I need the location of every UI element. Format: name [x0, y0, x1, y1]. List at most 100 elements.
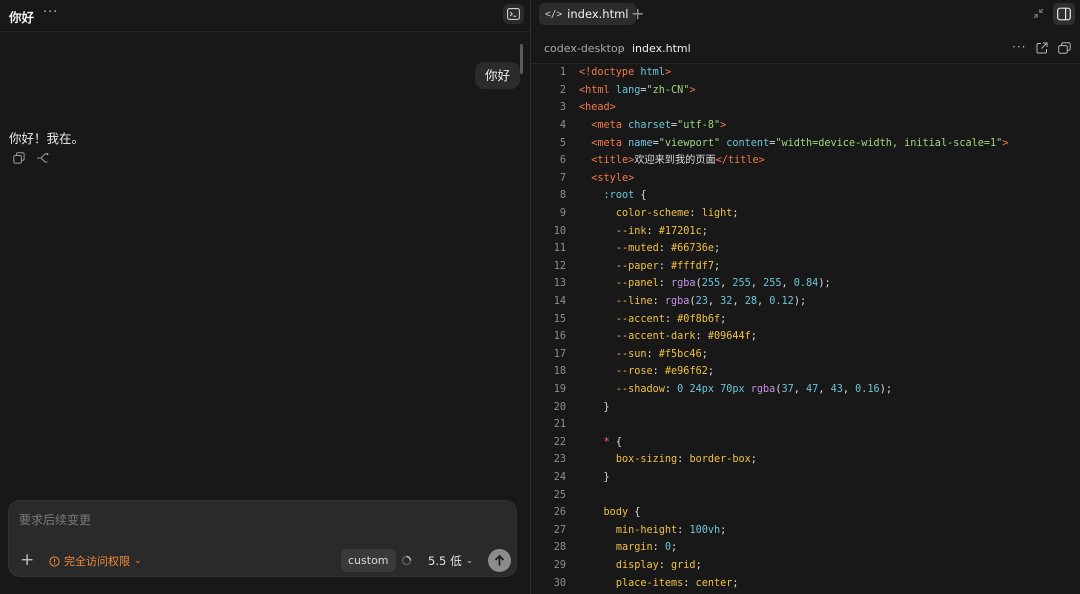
line-number: 25: [553, 489, 566, 501]
code-line: 19 --shadow: 0 24px 70px rgba(37, 47, 43…: [531, 381, 1080, 399]
code-text: <style>: [591, 172, 635, 184]
line-number: 1: [559, 67, 566, 79]
breadcrumb: codex-desktop › index.html ···: [531, 32, 1080, 64]
line-number: 23: [553, 454, 566, 466]
code-text: --accent: #0f8b6f;: [615, 313, 727, 325]
code-text: --paper: #fffdf7;: [615, 260, 721, 272]
reasoning-effort: 低: [450, 554, 462, 568]
mode-custom-button[interactable]: custom: [341, 549, 396, 572]
tab-index-html[interactable]: </> index.html: [539, 3, 636, 25]
code-line: 13 --panel: rgba(255, 255, 255, 0.84);: [531, 275, 1080, 293]
editor-pane: </> index.html + codex-desktop › index.h…: [531, 0, 1080, 594]
access-permission-button[interactable]: 完全访问权限 ⌄: [49, 553, 142, 569]
code-text: --muted: #66736e;: [615, 243, 721, 255]
chevron-down-icon: ⌄: [134, 556, 142, 566]
code-text: display: grid;: [615, 560, 702, 571]
code-line: 2 <html lang="zh-CN">: [531, 82, 1080, 100]
line-number: 11: [553, 243, 566, 255]
code-text: }: [579, 472, 610, 483]
send-button[interactable]: [488, 549, 511, 572]
code-text: <meta charset="utf-8">: [591, 120, 727, 131]
new-tab-button[interactable]: +: [631, 4, 644, 23]
code-text: <html lang="zh-CN">: [579, 84, 696, 96]
code-text: :root {: [603, 190, 647, 202]
code-text: --accent-dark: #09644f;: [615, 331, 757, 343]
line-number: 30: [553, 577, 566, 589]
breadcrumb-separator: ›: [620, 41, 625, 54]
code-text: <meta name="viewport" content="width=dev…: [591, 137, 1009, 149]
code-text: --ink: #17201c;: [615, 225, 708, 237]
code-line: 25: [531, 487, 1080, 505]
line-number: 22: [553, 436, 566, 448]
editor-tab-bar: </> index.html +: [531, 0, 1080, 30]
code-text: <title>欢迎来到我的页面</title>: [591, 155, 765, 167]
code-line: 5 <meta name="viewport" content="width=d…: [531, 135, 1080, 153]
code-text: --rose: #e96f62;: [615, 366, 714, 378]
line-number: 28: [553, 542, 566, 554]
code-text: --panel: rgba(255, 255, 255, 0.84);: [615, 278, 831, 290]
collapse-icon[interactable]: [1033, 8, 1044, 19]
code-text: color-scheme: light;: [615, 208, 739, 219]
line-number: 18: [553, 366, 566, 378]
breadcrumb-root[interactable]: codex-desktop: [544, 42, 625, 55]
model-version: 5.5: [428, 554, 447, 568]
terminal-icon: [507, 8, 520, 20]
code-line: 4 <meta charset="utf-8">: [531, 117, 1080, 135]
code-line: 9 color-scheme: light;: [531, 205, 1080, 223]
chevron-down-icon: ⌄: [465, 556, 474, 566]
composer: + 完全访问权限 ⌄ custom 5.5 低 ⌄: [8, 500, 517, 577]
line-number: 14: [553, 296, 566, 307]
code-line: 24 }: [531, 469, 1080, 487]
code-line: 11 --muted: #66736e;: [531, 240, 1080, 258]
line-number: 26: [553, 507, 566, 519]
copy-icon[interactable]: [13, 152, 25, 164]
code-line: 8 :root {: [531, 187, 1080, 205]
code-text: --line: rgba(23, 32, 28, 0.12);: [615, 296, 807, 307]
line-number: 21: [553, 419, 566, 431]
model-selector[interactable]: 5.5 低 ⌄: [428, 553, 473, 569]
code-line: 7 <style>: [531, 170, 1080, 188]
arrow-up-icon: [494, 554, 505, 566]
line-number: 17: [553, 348, 566, 360]
code-text: --shadow: 0 24px 70px rgba(37, 47, 43, 0…: [615, 384, 892, 395]
line-number: 5: [559, 137, 566, 149]
code-text: body {: [603, 507, 641, 519]
line-number: 8: [559, 190, 566, 202]
code-line: 26 body {: [531, 504, 1080, 522]
line-number: 16: [553, 331, 566, 343]
code-text: * {: [603, 436, 622, 448]
breadcrumb-file[interactable]: index.html: [632, 42, 691, 55]
chat-more-button[interactable]: ···: [43, 5, 58, 20]
composer-input[interactable]: [19, 511, 499, 529]
panel-toggle-button[interactable]: [1053, 3, 1075, 25]
editor-more-button[interactable]: ···: [1012, 40, 1026, 54]
code-line: 12 --paper: #fffdf7;: [531, 258, 1080, 276]
code-editor[interactable]: 1 <!doctype html> 2 <html lang="zh-CN"> 3 <he…: [531, 64, 1080, 594]
code-file-icon: </>: [545, 8, 563, 20]
user-message: 你好: [475, 62, 521, 89]
code-text: min-height: 100vh;: [615, 524, 727, 536]
line-number: 9: [559, 208, 566, 219]
chat-pane: 你好 ··· 你好 你好！我在。 + 完全访问权限 ⌄: [0, 0, 530, 594]
branch-icon[interactable]: [36, 152, 49, 164]
code-text: margin: 0;: [615, 542, 678, 554]
line-number: 12: [553, 260, 566, 272]
line-number: 24: [553, 472, 566, 483]
access-permission-label: 完全访问权限: [64, 555, 130, 568]
code-line: 20 }: [531, 399, 1080, 417]
code-text: --sun: #f5bc46;: [615, 348, 708, 360]
terminal-toggle-button[interactable]: [503, 4, 524, 24]
code-line: 16 --accent-dark: #09644f;: [531, 328, 1080, 346]
code-line: 6 <title>欢迎来到我的页面</title>: [531, 152, 1080, 170]
line-number: 3: [559, 102, 566, 114]
line-number: 27: [553, 524, 566, 536]
line-number: 2: [559, 84, 566, 96]
add-attachment-button[interactable]: +: [20, 552, 34, 569]
open-external-icon[interactable]: [1036, 42, 1048, 54]
copy-file-icon[interactable]: [1058, 42, 1071, 54]
code-line: 29 display: grid;: [531, 557, 1080, 575]
code-line: 22 * {: [531, 434, 1080, 452]
tab-label: index.html: [567, 7, 629, 21]
chat-scrollbar[interactable]: [520, 44, 523, 74]
spinner-icon: [401, 555, 412, 566]
